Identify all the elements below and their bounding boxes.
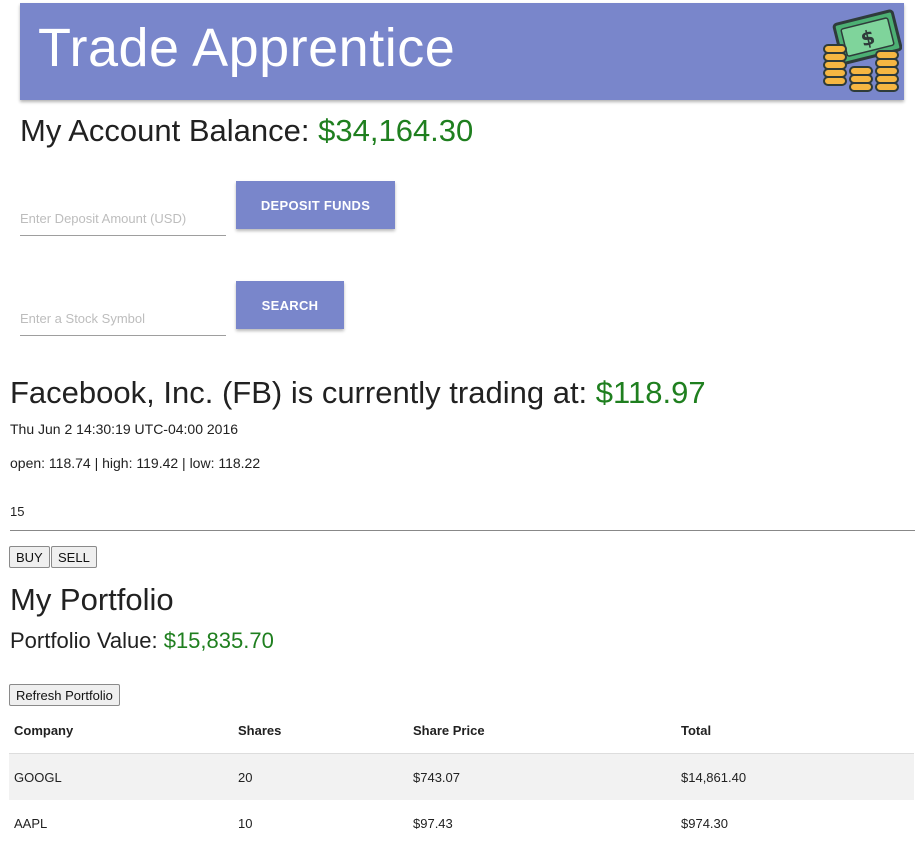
portfolio-value: Portfolio Value: $15,835.70 xyxy=(10,628,274,654)
table-row: GOOGL 20 $743.07 $14,861.40 xyxy=(9,753,914,800)
quote-price: $118.97 xyxy=(595,375,706,410)
cell-total: $14,861.40 xyxy=(676,753,914,800)
quote-headline-text: Facebook, Inc. (FB) is currently trading… xyxy=(10,375,588,410)
money-coins-icon: $ xyxy=(823,9,902,92)
column-header-shares: Shares xyxy=(238,722,282,738)
app-title: Trade Apprentice xyxy=(38,18,456,78)
cell-share-price: $743.07 xyxy=(408,753,676,800)
cell-company: GOOGL xyxy=(9,753,233,800)
cell-shares: 20 xyxy=(233,753,408,800)
portfolio-title: My Portfolio xyxy=(10,582,174,617)
column-header-total: Total xyxy=(681,722,712,738)
table-header-row: Company Shares Share Price Total xyxy=(9,707,914,754)
cell-total: $974.30 xyxy=(681,815,728,831)
deposit-funds-button[interactable]: DEPOSIT FUNDS xyxy=(236,181,395,229)
table-row: AAPL 10 $97.43 $974.30 xyxy=(9,800,914,846)
search-button[interactable]: SEARCH xyxy=(236,281,344,329)
cell-shares: 10 xyxy=(238,815,253,831)
quantity-input[interactable] xyxy=(10,500,310,522)
cell-company: AAPL xyxy=(14,815,48,831)
symbol-search-field[interactable] xyxy=(20,301,226,336)
buy-button[interactable]: BUY xyxy=(9,546,50,568)
quote-open-high-low: open: 118.74 | high: 119.42 | low: 118.2… xyxy=(10,455,261,471)
account-balance-value: $34,164.30 xyxy=(318,113,474,148)
deposit-amount-input[interactable] xyxy=(20,205,226,231)
cell-share-price: $97.43 xyxy=(413,815,453,831)
account-balance-label: My Account Balance: xyxy=(20,113,310,148)
sell-button[interactable]: SELL xyxy=(51,546,97,568)
column-header-share-price: Share Price xyxy=(413,722,485,738)
refresh-portfolio-button[interactable]: Refresh Portfolio xyxy=(9,684,120,706)
quantity-field[interactable] xyxy=(10,500,915,531)
portfolio-table: Company Shares Share Price Total GOOGL 2… xyxy=(9,707,914,846)
quote-timestamp: Thu Jun 2 14:30:19 UTC-04:00 2016 xyxy=(10,421,239,437)
portfolio-value-amount: $15,835.70 xyxy=(163,628,274,653)
app-header: Trade Apprentice $ xyxy=(20,3,904,100)
account-balance: My Account Balance: $34,164.30 xyxy=(20,113,473,149)
quote-headline: Facebook, Inc. (FB) is currently trading… xyxy=(10,375,706,411)
portfolio-value-label: Portfolio Value: xyxy=(10,628,158,653)
stock-symbol-input[interactable] xyxy=(20,305,226,331)
column-header-company: Company xyxy=(14,722,74,738)
deposit-field[interactable] xyxy=(20,201,226,236)
